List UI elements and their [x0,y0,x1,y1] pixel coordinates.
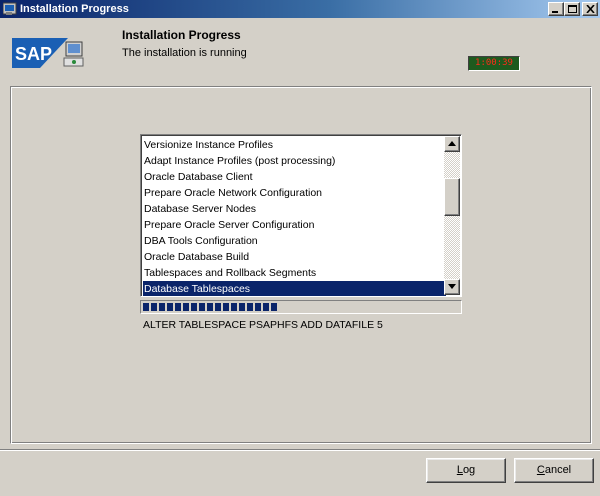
list-item[interactable]: Tablespaces and Rollback Segments [143,265,446,281]
sap-logo: SAP [12,38,84,68]
progress-bar [140,300,462,314]
page-title: Installation Progress [122,28,241,42]
close-button[interactable] [582,2,598,16]
scroll-down-button[interactable] [444,279,460,295]
elapsed-timer: 1:00:39 [468,56,520,71]
steps-list-items: Versionize Instance Profiles Adapt Instan… [143,137,446,296]
list-item[interactable]: Adapt Instance Profiles (post processing… [143,153,446,169]
scroll-up-button[interactable] [444,136,460,152]
cancel-button-label: ancel [544,464,572,476]
close-icon [586,5,595,13]
page-subtitle: The installation is running [122,47,247,59]
sap-app-icon [3,2,17,15]
scroll-thumb[interactable] [444,178,460,216]
wizard-header: SAP Installation Progress The installati… [0,18,600,84]
list-item[interactable]: Versionize Instance Profiles [143,137,446,153]
minimize-icon [552,11,558,13]
maximize-button[interactable] [564,2,580,16]
cancel-button-mnemonic: C [536,464,545,476]
list-item[interactable]: Prepare Oracle Server Configuration [143,217,446,233]
svg-text:SAP: SAP [15,44,52,64]
maximize-icon [568,5,577,13]
minimize-button[interactable] [548,2,564,16]
steps-list-scrollbar[interactable] [444,136,460,295]
status-text: ALTER TABLESPACE PSAPHFS ADD DATAFILE 5 [143,319,383,331]
steps-list[interactable]: Versionize Instance Profiles Adapt Instan… [140,134,462,297]
window-title: Installation Progress [20,3,129,15]
list-item[interactable]: Oracle Database Client [143,169,446,185]
log-button[interactable]: Log [426,458,506,483]
progress-bar-fill [143,303,279,311]
window-titlebar[interactable]: Installation Progress [0,0,600,18]
arrow-down-icon [448,284,456,289]
footer-divider [0,449,600,451]
arrow-up-icon [448,141,456,146]
list-item[interactable]: DBA Tools Configuration [143,233,446,249]
list-item[interactable]: Database Server Nodes [143,201,446,217]
cancel-button[interactable]: Cancel [514,458,594,483]
list-item[interactable]: Prepare Oracle Network Configuration [143,185,446,201]
list-item[interactable]: Oracle Database Build [143,249,446,265]
list-item[interactable]: Database Tablespaces [143,281,446,296]
log-button-label: og [462,464,476,476]
computer-icon [63,41,84,67]
